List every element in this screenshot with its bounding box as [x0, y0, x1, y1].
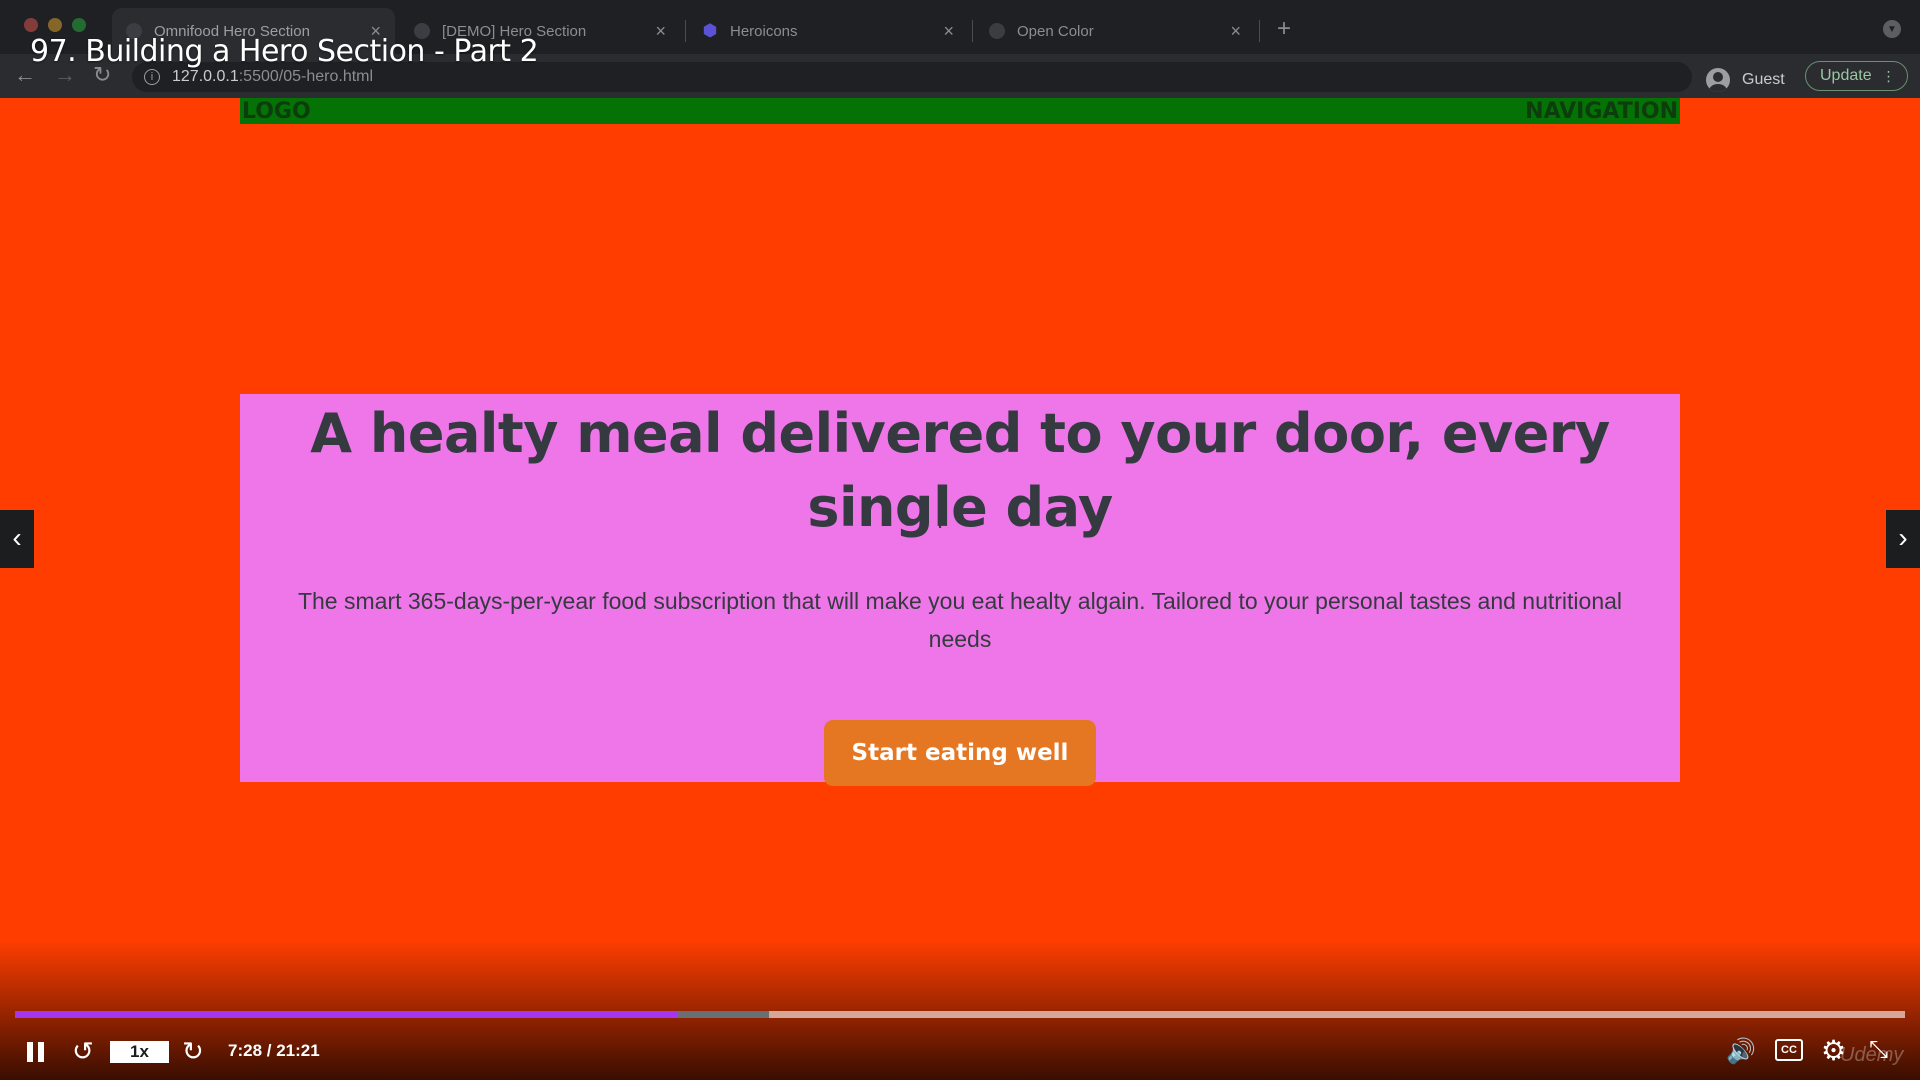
new-tab-button[interactable]: + — [1277, 15, 1291, 43]
start-eating-well-button[interactable]: Start eating well — [824, 720, 1096, 786]
tab-separator — [685, 20, 686, 42]
tab-title: Open Color — [1017, 22, 1094, 40]
tab-close-icon[interactable]: × — [943, 21, 954, 42]
url-path: :5500/05-hero.html — [238, 68, 374, 85]
pause-button[interactable] — [27, 1042, 45, 1062]
hero-description: The smart 365-days-per-year food subscri… — [297, 588, 1623, 652]
window-zoom-button[interactable] — [72, 18, 86, 32]
lecture-title: 97. Building a Hero Section - Part 2 — [30, 34, 539, 69]
url-host: 127.0.0.1 — [172, 68, 239, 85]
forward-icon[interactable]: ↻ — [182, 1036, 204, 1067]
exit-fullscreen-icon[interactable]: ⤡ — [1869, 1036, 1888, 1064]
profile-button[interactable]: Guest — [1706, 68, 1785, 92]
guest-avatar-icon — [1706, 68, 1730, 92]
hero-section: A healty meal delivered to your door, ev… — [240, 394, 1680, 786]
progress-played — [15, 1011, 679, 1018]
site-header: LOGO NAVIGATION — [240, 98, 1680, 124]
kebab-menu-icon: ⋮ — [1881, 67, 1896, 84]
video-progress-bar[interactable] — [15, 1011, 1905, 1018]
page-favicon-icon — [989, 23, 1005, 39]
text-cursor-icon: I — [937, 508, 944, 533]
volume-icon[interactable]: 🔊 — [1726, 1037, 1756, 1066]
tab-separator — [972, 20, 973, 42]
tab-close-icon[interactable]: × — [1230, 21, 1241, 42]
tab-separator — [1259, 20, 1260, 42]
update-button[interactable]: Update ⋮ — [1805, 61, 1908, 91]
site-info-icon[interactable]: i — [144, 69, 160, 85]
tab-search-chevron-icon[interactable]: ▼ — [1883, 20, 1901, 38]
window-close-button[interactable] — [24, 18, 38, 32]
profile-label: Guest — [1742, 71, 1785, 88]
tab-title: Heroicons — [730, 22, 798, 40]
shield-icon: ⬢ — [702, 21, 718, 40]
playback-speed-button[interactable]: 1x — [110, 1041, 169, 1063]
tab-heroicons[interactable]: ⬢ Heroicons × — [688, 8, 968, 54]
logo-placeholder: LOGO — [242, 98, 311, 124]
playback-time: 7:28 / 21:21 — [228, 1041, 320, 1060]
rewind-icon[interactable]: ↺ — [72, 1036, 94, 1067]
navigation-placeholder: NAVIGATION — [1525, 98, 1678, 124]
next-lecture-chevron-icon[interactable]: › — [1886, 510, 1920, 568]
previous-lecture-chevron-icon[interactable]: ‹ — [0, 510, 34, 568]
tab-close-icon[interactable]: × — [655, 21, 666, 42]
captions-button[interactable]: CC — [1775, 1039, 1803, 1061]
hero-heading: A healty meal delivered to your door, ev… — [310, 402, 1610, 539]
window-minimize-button[interactable] — [48, 18, 62, 32]
tab-open-color[interactable]: Open Color × — [975, 8, 1255, 54]
update-label: Update — [1820, 67, 1872, 84]
